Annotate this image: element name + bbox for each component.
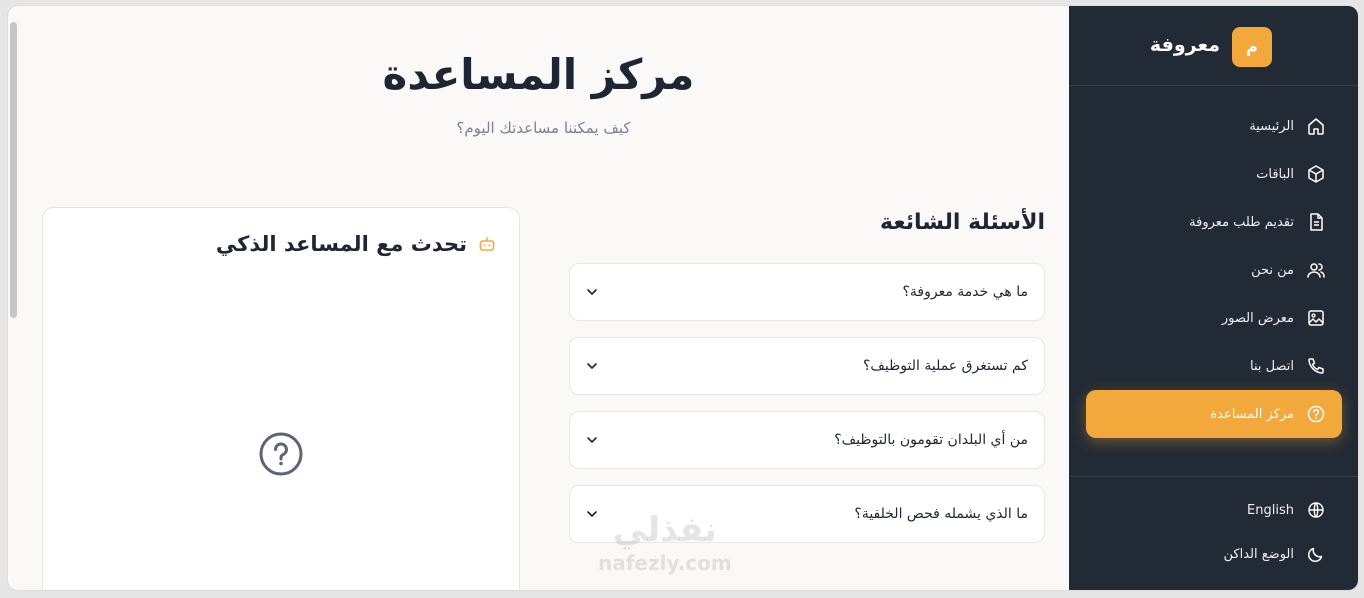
sidebar-item-label: معرض الصور <box>1221 310 1294 326</box>
users-icon <box>1306 260 1326 280</box>
sidebar-item-label: الباقات <box>1256 166 1294 182</box>
sidebar-item-label: الرئيسية <box>1249 118 1294 134</box>
brand-logo: م <box>1232 27 1272 67</box>
document-icon <box>1306 212 1326 232</box>
dark-mode-toggle[interactable]: الوضع الداكن <box>1086 532 1342 576</box>
sidebar-item-label: مركز المساعدة <box>1210 406 1294 422</box>
chevron-down-icon <box>584 432 600 448</box>
question-mark-icon <box>258 431 304 477</box>
chevron-down-icon <box>584 284 600 300</box>
faq-section-title: الأسئلة الشائعة <box>880 210 1045 235</box>
dark-mode-label: الوضع الداكن <box>1223 546 1294 562</box>
home-icon <box>1306 116 1326 136</box>
sidebar-item-label: تقديم طلب معروفة <box>1189 214 1294 230</box>
faq-item-countries[interactable]: من أي البلدان تقومون بالتوظيف؟ <box>569 411 1045 469</box>
sidebar-item-label: من نحن <box>1251 262 1294 278</box>
chevron-down-icon <box>584 358 600 374</box>
brand-name: معروفة <box>1149 34 1220 56</box>
faq-list: ما هي خدمة معروفة؟ كم تستغرق عملية التوظ… <box>569 263 1045 559</box>
sidebar-item-apply[interactable]: تقديم طلب معروفة <box>1086 198 1342 246</box>
chevron-down-icon <box>584 506 600 522</box>
sidebar-item-packages[interactable]: الباقات <box>1086 150 1342 198</box>
faq-item-duration[interactable]: كم تستغرق عملية التوظيف؟ <box>569 337 1045 395</box>
sidebar-nav: الرئيسية الباقات تقديم طلب معروفة من نحن <box>1086 102 1342 438</box>
sidebar-bottom: English الوضع الداكن <box>1086 488 1342 576</box>
sidebar-item-gallery[interactable]: معرض الصور <box>1086 294 1342 342</box>
brand[interactable]: م معروفة <box>1069 6 1358 86</box>
package-icon <box>1306 164 1326 184</box>
phone-icon <box>1306 356 1326 376</box>
help-icon <box>1306 404 1326 424</box>
faq-question: من أي البلدان تقومون بالتوظيف؟ <box>834 432 1028 448</box>
sidebar: م معروفة الرئيسية الباقات تقديم طلب معرو… <box>1069 6 1358 590</box>
main-content: مركز المساعدة كيف يمكننا مساعدتك اليوم؟ … <box>8 6 1069 590</box>
page-title: مركز المساعدة <box>382 50 695 99</box>
faq-question: كم تستغرق عملية التوظيف؟ <box>863 358 1028 374</box>
page-subtitle: كيف يمكننا مساعدتك اليوم؟ <box>456 119 631 137</box>
sidebar-item-contact[interactable]: اتصل بنا <box>1086 342 1342 390</box>
faq-question: ما هي خدمة معروفة؟ <box>902 284 1028 300</box>
faq-item-service[interactable]: ما هي خدمة معروفة؟ <box>569 263 1045 321</box>
app-window: مركز المساعدة كيف يمكننا مساعدتك اليوم؟ … <box>8 6 1358 590</box>
sidebar-item-home[interactable]: الرئيسية <box>1086 102 1342 150</box>
globe-icon <box>1306 500 1326 520</box>
sidebar-item-label: اتصل بنا <box>1250 358 1294 374</box>
sidebar-item-help-center[interactable]: مركز المساعدة <box>1086 390 1342 438</box>
image-icon <box>1306 308 1326 328</box>
sidebar-divider <box>1069 476 1358 477</box>
bot-icon <box>477 234 497 254</box>
chat-header: تحدث مع المساعد الذكي <box>216 232 497 256</box>
sidebar-item-about[interactable]: من نحن <box>1086 246 1342 294</box>
faq-item-background-check[interactable]: ما الذي يشمله فحص الخلفية؟ <box>569 485 1045 543</box>
moon-icon <box>1306 544 1326 564</box>
language-label: English <box>1247 502 1294 518</box>
chat-title: تحدث مع المساعد الذكي <box>215 232 467 256</box>
ai-chat-card: تحدث مع المساعد الذكي <box>42 207 520 590</box>
language-toggle[interactable]: English <box>1086 488 1342 532</box>
faq-question: ما الذي يشمله فحص الخلفية؟ <box>854 506 1028 522</box>
